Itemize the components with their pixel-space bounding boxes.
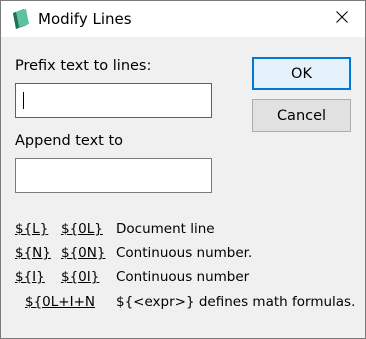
close-button[interactable] <box>319 1 365 37</box>
ok-button[interactable]: OK <box>252 57 351 90</box>
var-index[interactable]: ${I} <box>15 269 45 285</box>
var-line-padded[interactable]: ${0L} <box>61 221 103 237</box>
var-formula[interactable]: ${0L+I+N <box>25 294 102 310</box>
var-line-desc: Document line <box>116 221 215 237</box>
var-number-desc: Continuous number. <box>116 245 253 261</box>
var-index-desc: Continuous number <box>116 269 250 285</box>
var-line[interactable]: ${L} <box>15 221 48 237</box>
var-number-padded[interactable]: ${0N} <box>61 245 105 261</box>
var-formula-desc: ${<expr>} defines math formulas. <box>116 294 356 310</box>
cancel-button[interactable]: Cancel <box>252 99 351 132</box>
text-caret <box>23 92 24 109</box>
window-title: Modify Lines <box>38 10 132 28</box>
modify-lines-dialog: Modify Lines Prefix text to lines: Appen… <box>0 0 366 339</box>
append-input[interactable] <box>15 158 212 193</box>
title-bar: Modify Lines <box>1 1 365 37</box>
append-label: Append text to <box>15 133 124 149</box>
var-index-padded[interactable]: ${0I} <box>61 269 99 285</box>
close-icon <box>336 11 348 27</box>
prefix-input[interactable] <box>15 83 212 118</box>
prefix-label: Prefix text to lines: <box>15 58 152 74</box>
app-icon <box>11 8 31 30</box>
var-number[interactable]: ${N} <box>15 245 51 261</box>
